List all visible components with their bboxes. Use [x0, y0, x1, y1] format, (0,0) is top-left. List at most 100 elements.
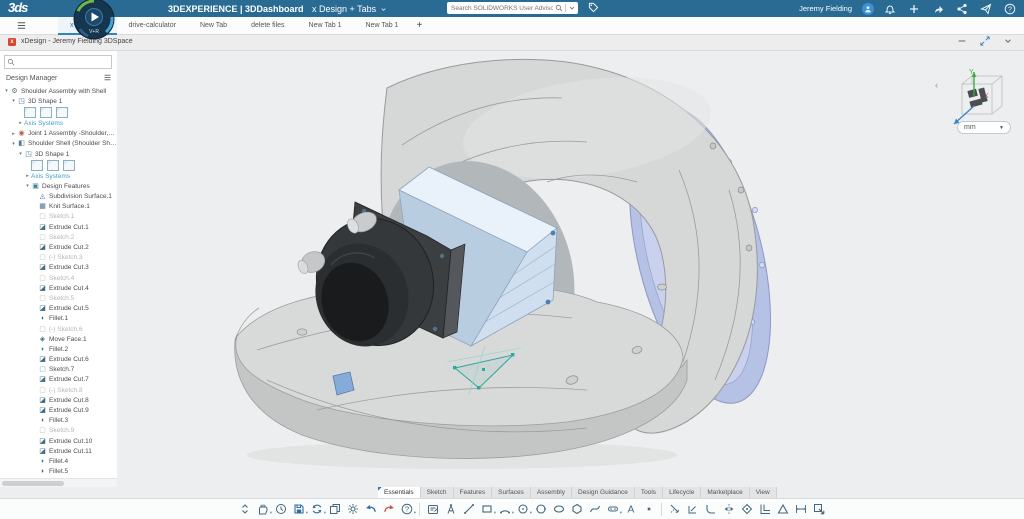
- tree-item-sketch-2[interactable]: ▢Sketch.2: [0, 232, 117, 242]
- dropdown-arrow-icon[interactable]: ▾: [414, 510, 416, 516]
- app-tab-delete-files[interactable]: delete files: [239, 17, 296, 35]
- plane-icon[interactable]: [47, 160, 59, 171]
- tree-item-extrude-cut-11[interactable]: ◪Extrude Cut.11: [0, 446, 117, 456]
- tree-item-sketch-4[interactable]: ▢Sketch.4: [0, 273, 117, 283]
- app-tab-new-tab[interactable]: New Tab: [188, 17, 239, 35]
- panel-horizontal-scrollbar[interactable]: [0, 478, 117, 487]
- history-button[interactable]: [272, 501, 289, 518]
- collaborate-icon[interactable]: [956, 3, 968, 15]
- dashboard-context-menu[interactable]: x Design + Tabs: [312, 4, 387, 14]
- tree-item-extrude-cut-7[interactable]: ◪Extrude Cut.7: [0, 375, 117, 385]
- tree-item-sketch-1[interactable]: ▢Sketch.1: [0, 212, 117, 222]
- tag-icon[interactable]: [588, 2, 601, 15]
- search-input[interactable]: [447, 5, 553, 12]
- tree-item-sketch-9[interactable]: ▢Sketch.9: [0, 426, 117, 436]
- rectangle-tool-button[interactable]: ▾: [478, 501, 495, 518]
- 3dexperience-compass-logo[interactable]: V+R: [72, 0, 116, 41]
- plane-icon[interactable]: [63, 160, 75, 171]
- construction-geometry-button[interactable]: [442, 501, 459, 518]
- ribbon-tab-tools[interactable]: Tools: [635, 487, 663, 498]
- ribbon-tab-essentials[interactable]: Essentials: [378, 487, 421, 498]
- polygon-tool-button[interactable]: [568, 501, 585, 518]
- save-button[interactable]: ▾: [290, 501, 307, 518]
- app-tab-new-tab-1[interactable]: New Tab 1: [297, 17, 354, 35]
- 3d-model-canvas[interactable]: [117, 50, 1024, 487]
- perimeter-circle-tool-button[interactable]: [532, 501, 549, 518]
- tree-item-shoulder-assembly-with-shell[interactable]: ▾⚙Shoulder Assembly with Shell: [0, 86, 117, 96]
- tree-right-arrow-icon[interactable]: ▸: [24, 173, 31, 179]
- arc-tool-button[interactable]: ▾: [496, 501, 513, 518]
- sketch-fillet-tool-button[interactable]: [702, 501, 719, 518]
- mirror-tool-button[interactable]: [720, 501, 737, 518]
- tree-item-sketch-3[interactable]: ▢(-) Sketch.3: [0, 253, 117, 263]
- tree-item-design-features[interactable]: ▾▣Design Features: [0, 181, 117, 191]
- toolbar-collapse-button[interactable]: [236, 501, 253, 518]
- hamburger-menu-icon[interactable]: [16, 20, 27, 31]
- text-tool-button[interactable]: [622, 501, 639, 518]
- plane-icon[interactable]: [31, 160, 43, 171]
- tree-item-shoulder-shell-shoulder-shell-1[interactable]: ▾◧Shoulder Shell (Shoulder Shell 1): [0, 139, 117, 149]
- ribbon-tab-view[interactable]: View: [750, 487, 777, 498]
- tree-down-arrow-icon[interactable]: ▾: [24, 183, 31, 189]
- user-name[interactable]: Jeremy Fielding: [799, 4, 852, 13]
- settings-button[interactable]: [344, 501, 361, 518]
- ribbon-tab-assembly[interactable]: Assembly: [531, 487, 572, 498]
- help-icon[interactable]: [1004, 3, 1016, 15]
- plane-icon[interactable]: [40, 107, 52, 118]
- ribbon-tab-features[interactable]: Features: [454, 487, 493, 498]
- expand-button[interactable]: [980, 36, 991, 47]
- tree-item-sketch-6[interactable]: ▢(-) Sketch.6: [0, 324, 117, 334]
- tree-item-fillet-2[interactable]: ◗Fillet.2: [0, 344, 117, 354]
- plane-icon[interactable]: [56, 107, 68, 118]
- app-tab-new-tab-1[interactable]: New Tab 1: [354, 17, 411, 35]
- constraints-tool-button[interactable]: [774, 501, 791, 518]
- tree-item-extrude-cut-9[interactable]: ◪Extrude Cut.9: [0, 405, 117, 415]
- share-button[interactable]: ▾: [254, 501, 271, 518]
- tree-item-extrude-cut-8[interactable]: ◪Extrude Cut.8: [0, 395, 117, 405]
- corner-tool-button[interactable]: [684, 501, 701, 518]
- units-dropdown[interactable]: mm ▼: [957, 121, 1011, 134]
- ellipse-tool-button[interactable]: [550, 501, 567, 518]
- trim-tool-button[interactable]: [666, 501, 683, 518]
- line-tool-button[interactable]: [460, 501, 477, 518]
- search-scope-chevron-icon[interactable]: [568, 4, 576, 12]
- tree-item-3d-shape-1[interactable]: ▾◳3D Shape 1: [0, 149, 117, 159]
- tree-down-arrow-icon[interactable]: ▾: [10, 98, 17, 104]
- smart-dimension-tool-button[interactable]: [792, 501, 809, 518]
- tree-right-arrow-icon[interactable]: ▸: [10, 131, 17, 137]
- tree-down-arrow-icon[interactable]: ▾: [17, 151, 24, 157]
- tree-item-sketch-8[interactable]: ▢(-) Sketch.8: [0, 385, 117, 395]
- tree-item-joint-1-assembly-shoulder-d[interactable]: ▸◉Joint 1 Assembly -Shoulder,D...: [0, 129, 117, 139]
- tree-item-fillet-1[interactable]: ◗Fillet.1: [0, 314, 117, 324]
- global-search[interactable]: [447, 2, 578, 14]
- share-icon[interactable]: [932, 3, 944, 15]
- 3d-viewport[interactable]: ‹ Y Z X mm ▼: [117, 50, 1024, 487]
- tree-item-extrude-cut-5[interactable]: ◪Extrude Cut.5: [0, 304, 117, 314]
- tree-filter-input[interactable]: [15, 59, 111, 66]
- tree-item-fillet-3[interactable]: ◗Fillet.3: [0, 416, 117, 426]
- tree-item-extrude-cut-10[interactable]: ◪Extrude Cut.10: [0, 436, 117, 446]
- search-icon[interactable]: [555, 4, 563, 12]
- avatar[interactable]: [862, 3, 874, 15]
- tree-item-subdivision-surface-1[interactable]: ◬Subdivision Surface.1: [0, 192, 117, 202]
- collapse-button[interactable]: [1003, 36, 1014, 47]
- undo-button[interactable]: [362, 501, 379, 518]
- ribbon-tab-lifecycle[interactable]: Lifecycle: [663, 487, 701, 498]
- tree-item-extrude-cut-6[interactable]: ◪Extrude Cut.6: [0, 355, 117, 365]
- update-button[interactable]: ▾: [308, 501, 325, 518]
- slot-tool-button[interactable]: ▾: [604, 501, 621, 518]
- sketch-button[interactable]: [424, 501, 441, 518]
- tree-item-3d-shape-1[interactable]: ▾◳3D Shape 1: [0, 96, 117, 106]
- ribbon-tab-surfaces[interactable]: Surfaces: [492, 487, 531, 498]
- tree-item-fillet-5[interactable]: ◗Fillet.5: [0, 467, 117, 477]
- viewcube-collapse-chevron[interactable]: ‹: [935, 80, 938, 90]
- tree-item-extrude-cut-1[interactable]: ◪Extrude Cut.1: [0, 222, 117, 232]
- tree-item-axis-systems[interactable]: ▸Axis Systems: [0, 171, 117, 181]
- panel-menu-icon[interactable]: [103, 73, 113, 83]
- tree-item-knit-surface-1[interactable]: ▦Knit Surface.1: [0, 202, 117, 212]
- convert-entities-tool-button[interactable]: [738, 501, 755, 518]
- tree-item-move-face-1[interactable]: ◈Move Face.1: [0, 334, 117, 344]
- send-icon[interactable]: [980, 3, 992, 15]
- exit-sketch-button[interactable]: [810, 501, 827, 518]
- tree-item-extrude-cut-3[interactable]: ◪Extrude Cut.3: [0, 263, 117, 273]
